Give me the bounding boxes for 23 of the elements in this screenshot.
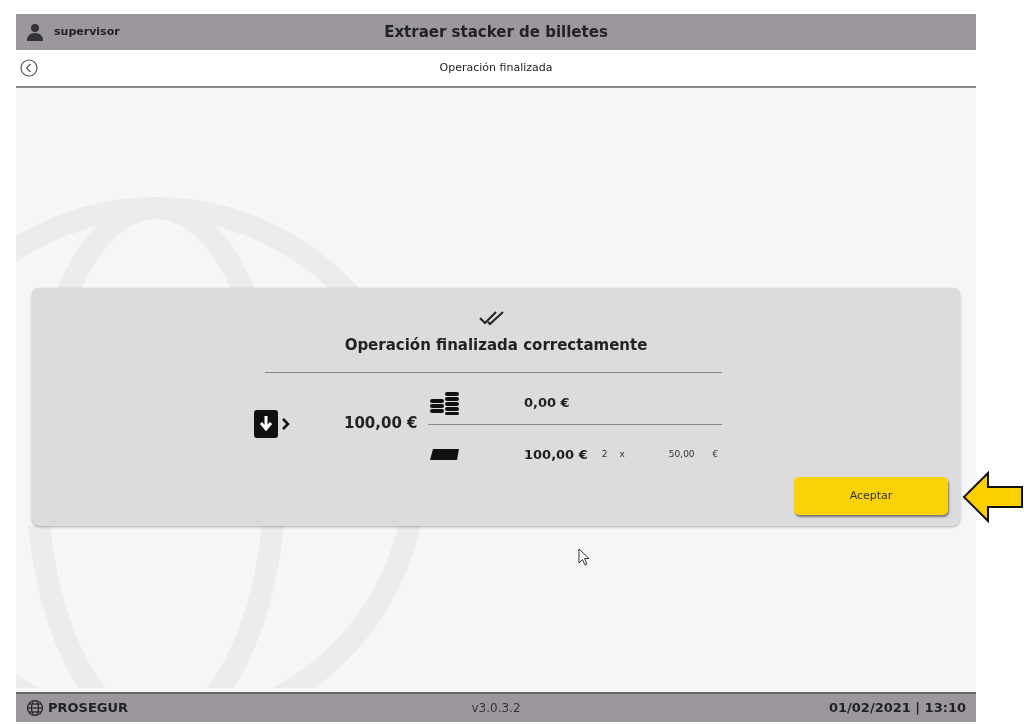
back-icon[interactable]	[20, 59, 38, 77]
coins-icon	[429, 390, 461, 416]
denomination: 50,00	[668, 448, 695, 462]
currency-symbol: €	[712, 448, 719, 462]
note-count: 2	[601, 448, 608, 462]
user-icon	[26, 23, 44, 41]
banknote-icon	[429, 448, 461, 462]
brand-name: PROSEGUR	[48, 699, 129, 718]
accept-button[interactable]: Aceptar	[794, 477, 948, 515]
total-amount: 100,00 €	[344, 413, 418, 434]
user-name: supervisor	[54, 23, 120, 40]
date-time: 01/02/2021 | 13:10	[828, 699, 966, 718]
amount: 100,00 €	[524, 446, 588, 465]
page-title: Operación finalizada	[439, 59, 553, 76]
multiply-sign: x	[619, 448, 625, 462]
version-label: v3.0.3.2	[471, 700, 521, 717]
double-check-icon	[478, 310, 506, 326]
result-message: Operación finalizada correctamente	[343, 335, 649, 356]
globe-icon	[26, 699, 44, 717]
window-title: Extraer stacker de billetes	[384, 21, 608, 43]
mouse-cursor-icon	[578, 548, 590, 566]
left-arrow-drawing	[962, 471, 1024, 523]
amount: 0,00 €	[524, 394, 570, 413]
